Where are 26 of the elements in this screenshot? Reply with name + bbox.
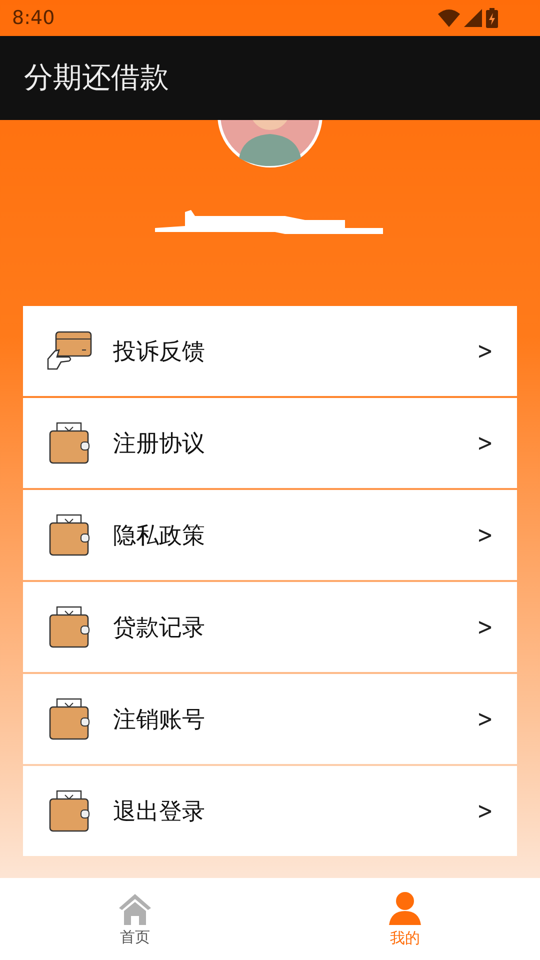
menu-item[interactable]: 贷款记录 > [23, 582, 517, 672]
wallet-icon [49, 698, 91, 740]
menu-item[interactable]: 退出登录 > [23, 766, 517, 856]
menu-item[interactable]: 注销账号 > [23, 674, 517, 764]
signal-icon [464, 9, 482, 27]
app-title: 分期还借款 [24, 59, 169, 96]
wallet-icon [49, 606, 91, 648]
person-icon [387, 890, 423, 926]
wallet-icon [49, 422, 91, 464]
nav-tab[interactable]: 首页 [0, 878, 270, 960]
wifi-icon [438, 9, 460, 27]
home-icon [118, 892, 152, 926]
menu-item[interactable]: 注册协议 > [23, 398, 517, 488]
menu-item[interactable]: 投诉反馈 > [23, 306, 517, 396]
chevron-icon: > [476, 337, 493, 365]
chevron-icon: > [476, 705, 493, 733]
chevron-icon: > [476, 797, 493, 825]
chevron-icon: > [476, 429, 493, 457]
status-time: 8:40 [12, 7, 55, 29]
battery-icon [486, 8, 498, 28]
card-hand-icon [47, 331, 93, 371]
menu-item[interactable]: 隐私政策 > [23, 490, 517, 580]
chevron-icon: > [476, 521, 493, 549]
wallet-icon [49, 514, 91, 556]
wallet-icon [49, 790, 91, 832]
chevron-icon: > [476, 613, 493, 641]
